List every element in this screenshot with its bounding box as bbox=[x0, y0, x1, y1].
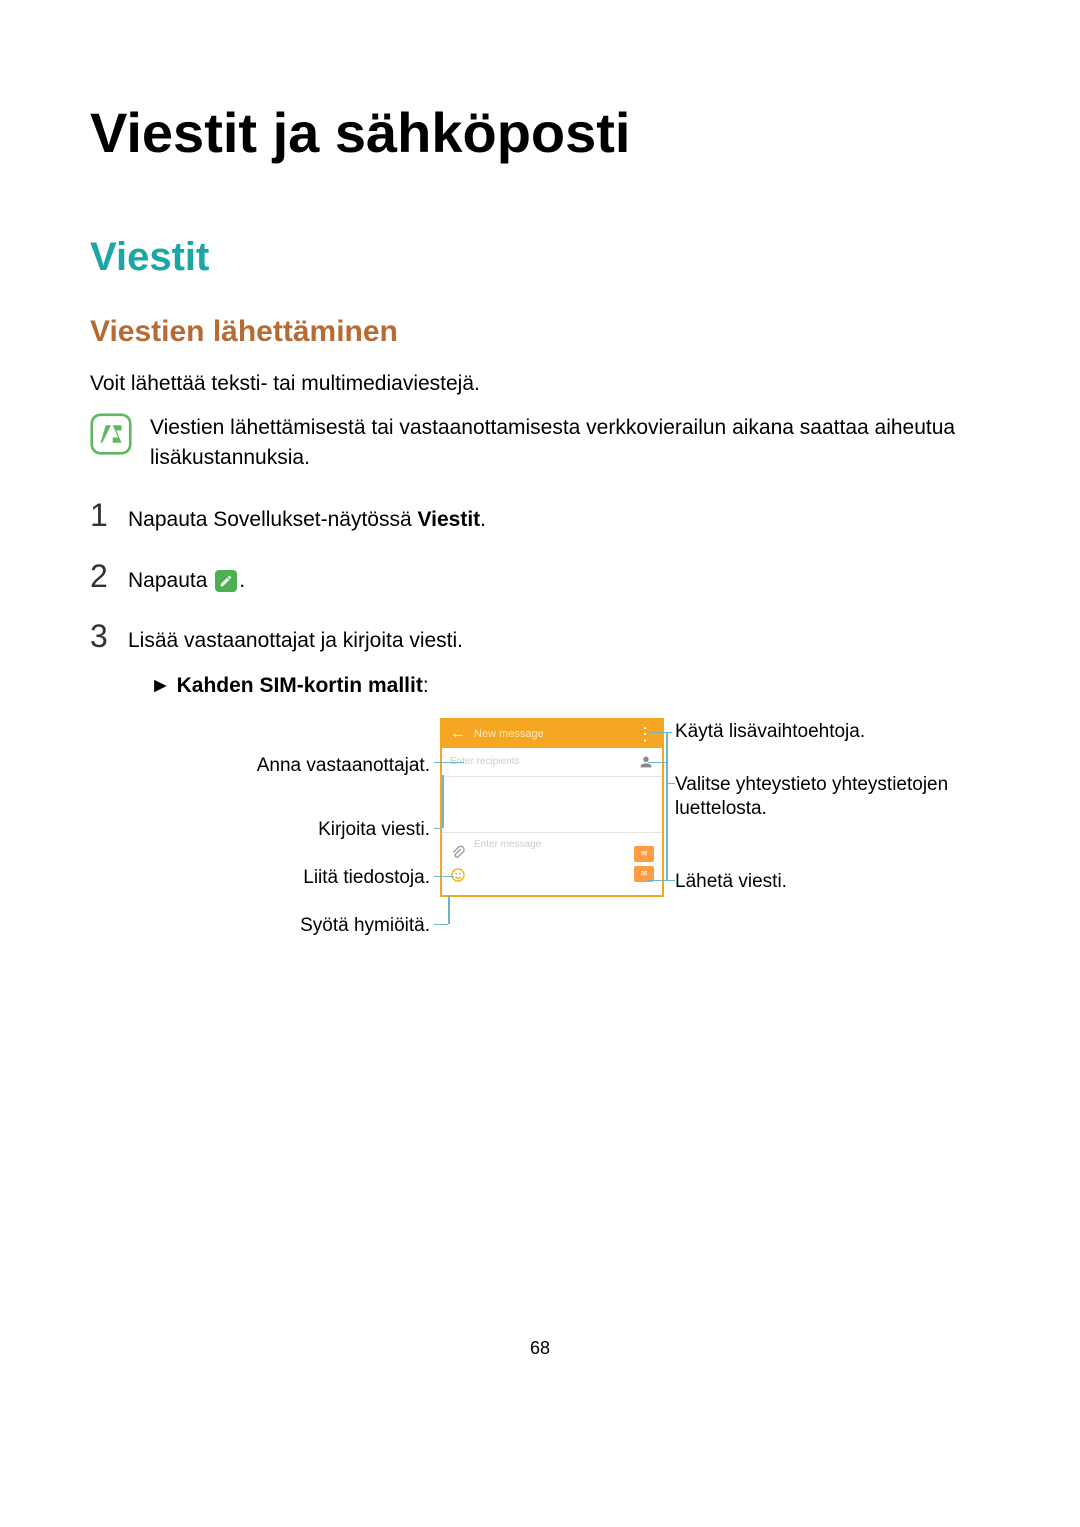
recipients-row: Enter recipients bbox=[442, 748, 662, 777]
phone-header: ← New message ⋮ bbox=[442, 720, 662, 748]
callout-select-contact: Valitse yhteystieto yhteystietojen luett… bbox=[675, 773, 975, 822]
sublabel-colon: : bbox=[423, 674, 429, 697]
callout-send: Lähetä viesti. bbox=[675, 870, 787, 895]
intro-text: Voit lähettää teksti- tai multimediavies… bbox=[90, 369, 990, 398]
step-3: 3 Lisää vastaanottajat ja kirjoita viest… bbox=[90, 618, 990, 657]
phone-title: New message bbox=[474, 728, 628, 740]
subsection-title: Viestien lähettäminen bbox=[90, 315, 990, 349]
step-number: 2 bbox=[90, 558, 110, 595]
arrow: ► bbox=[150, 674, 177, 697]
step-2-pre: Napauta bbox=[128, 569, 213, 592]
note-icon bbox=[90, 413, 132, 455]
compose-row: Enter message ✉ ✉ bbox=[442, 832, 662, 895]
step-number: 3 bbox=[90, 618, 110, 655]
emoji-icon[interactable] bbox=[450, 867, 466, 883]
step-number: 1 bbox=[90, 497, 110, 534]
attach-icon[interactable] bbox=[450, 845, 466, 861]
step-3-text: Lisää vastaanottajat ja kirjoita viesti. bbox=[128, 625, 463, 657]
send-sim1-button[interactable]: ✉ bbox=[634, 846, 654, 862]
sublabel-bold: Kahden SIM-kortin mallit bbox=[177, 674, 423, 697]
callout-write-message: Kirjoita viesti. bbox=[305, 818, 430, 843]
step-2: 2 Napauta . bbox=[90, 558, 990, 597]
back-icon[interactable]: ← bbox=[450, 725, 466, 743]
step-2-post: . bbox=[239, 569, 245, 592]
callout-recipients: Anna vastaanottajat. bbox=[255, 754, 430, 779]
section-title: Viestit bbox=[90, 235, 990, 280]
callout-attach: Liitä tiedostoja. bbox=[290, 866, 430, 891]
note-text: Viestien lähettämisestä tai vastaanottam… bbox=[150, 413, 990, 472]
compose-icon bbox=[215, 570, 237, 592]
step-3-sublabel: ► Kahden SIM-kortin mallit: bbox=[150, 674, 990, 698]
note-row: Viestien lähettämisestä tai vastaanottam… bbox=[90, 413, 990, 472]
page-number: 68 bbox=[90, 1338, 990, 1359]
phone-screenshot: ← New message ⋮ Enter recipients bbox=[440, 718, 664, 897]
message-body[interactable] bbox=[442, 777, 662, 832]
callout-more-options: Käytä lisävaihtoehtoja. bbox=[675, 720, 865, 745]
more-icon[interactable]: ⋮ bbox=[636, 725, 654, 743]
step-1-bold: Viestit bbox=[418, 508, 481, 531]
recipients-placeholder[interactable]: Enter recipients bbox=[450, 756, 638, 767]
step-1: 1 Napauta Sovellukset-näytössä Viestit. bbox=[90, 497, 990, 536]
step-1-pre: Napauta Sovellukset-näytössä bbox=[128, 508, 418, 531]
step-1-post: . bbox=[480, 508, 486, 531]
diagram: ← New message ⋮ Enter recipients bbox=[90, 718, 990, 998]
message-input[interactable]: Enter message bbox=[474, 837, 634, 850]
callout-emoji: Syötä hymiöitä. bbox=[290, 914, 430, 939]
page-title: Viestit ja sähköposti bbox=[90, 100, 990, 165]
